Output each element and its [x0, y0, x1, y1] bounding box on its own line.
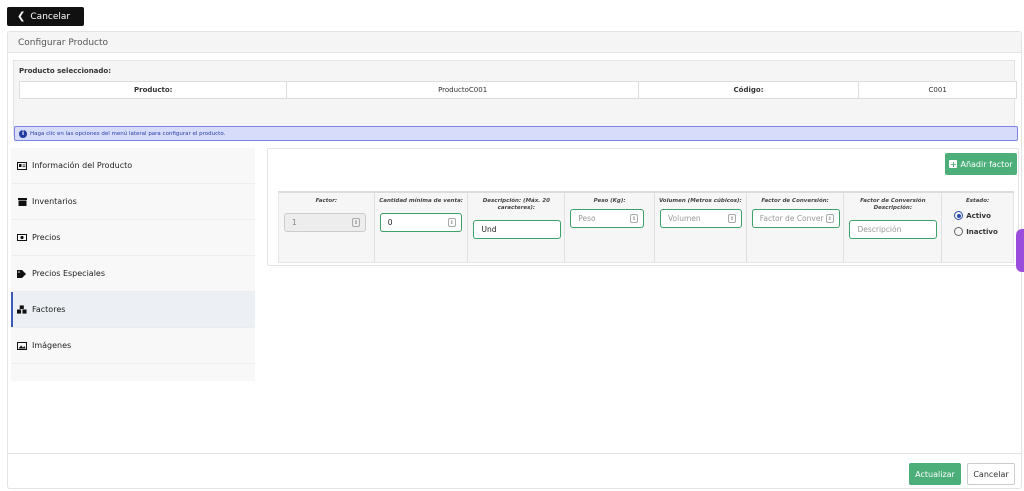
description-column: Descripción: (Máx. 20 caracteres): Und	[468, 193, 566, 262]
footer-divider	[8, 453, 1021, 454]
factor-input: 1 ⇕	[284, 213, 366, 232]
factors-content: + Añadir factor Factor: 1 ⇕ Cantidad mín…	[267, 148, 1019, 266]
selected-product-heading: Producto seleccionado:	[19, 67, 112, 75]
tags-icon	[17, 269, 27, 278]
conv-desc-input[interactable]: Descripción	[849, 220, 938, 239]
volume-header: Volumen (Metros cúbicos):	[658, 198, 742, 204]
conv-desc-header: Factor de Conversión Descripción:	[860, 198, 926, 211]
sidebar-item-label: Información del Producto	[32, 161, 133, 170]
update-button[interactable]: Actualizar	[909, 463, 961, 485]
weight-placeholder: Peso	[578, 214, 596, 223]
sidebar-item-special-prices[interactable]: Precios Especiales	[11, 256, 255, 292]
status-active-label: Activo	[966, 211, 991, 220]
sidebar-item-label: Factores	[32, 305, 66, 314]
sidebar-item-images[interactable]: Imágenes	[11, 328, 255, 364]
cancel-top-label: Cancelar	[30, 11, 71, 22]
spinner-icon[interactable]: ⇕	[727, 214, 736, 223]
spinner-icon[interactable]: ⇕	[825, 214, 834, 223]
conv-desc-placeholder: Descripción	[857, 225, 902, 234]
description-header: Descripción: (Máx. 20 caracteres):	[482, 198, 550, 211]
radio-selected-icon[interactable]	[954, 211, 964, 220]
chevron-left-icon: ❮	[17, 11, 26, 22]
image-icon	[17, 341, 27, 350]
min-qty-input-value: 0	[387, 218, 393, 227]
spinner-icon: ⇕	[352, 218, 360, 227]
selected-product-table: Producto: ProductoC001 Código: C001	[19, 81, 1017, 99]
product-label: Producto:	[20, 82, 288, 98]
status-active-radio[interactable]: Activo	[954, 211, 991, 220]
code-value: C001	[928, 86, 947, 94]
sidebar-item-label: Precios Especiales	[32, 269, 106, 278]
sidebar-item-label: Inventarios	[32, 197, 77, 206]
factor-input-value: 1	[292, 218, 297, 227]
product-value: ProductoC001	[287, 82, 639, 98]
configure-product-panel: Configurar Producto Producto seleccionad…	[7, 31, 1022, 489]
sidebar-item-label: Imágenes	[32, 341, 72, 350]
status-inactive-radio[interactable]: Inactivo	[954, 227, 998, 236]
spinner-icon[interactable]: ⇕	[630, 214, 639, 223]
sidebar-item-factors[interactable]: Factores	[11, 292, 255, 328]
weight-input[interactable]: Peso ⇕	[570, 209, 645, 228]
sidebar-item-inventories[interactable]: Inventarios	[11, 184, 255, 220]
spinner-icon[interactable]: ⇕	[447, 218, 456, 227]
weight-column: Peso (Kg): Peso ⇕	[565, 193, 655, 262]
sidebar-menu: Información del Producto Inventarios Pre…	[11, 148, 255, 381]
conv-factor-header: Factor de Conversión:	[761, 198, 829, 204]
volume-placeholder: Volumen	[667, 214, 701, 223]
cancel-top-button[interactable]: ❮ Cancelar	[7, 7, 84, 26]
volume-input[interactable]: Volumen ⇕	[659, 209, 742, 228]
add-factor-button[interactable]: + Añadir factor	[945, 153, 1017, 175]
conv-factor-input[interactable]: Factor de Conver ⇕	[751, 209, 840, 228]
factor-table: Factor: 1 ⇕ Cantidad mínima de venta: 0 …	[278, 191, 1014, 263]
radio-empty-icon[interactable]	[954, 227, 964, 236]
side-widget-tab[interactable]	[1016, 229, 1024, 272]
panel-title: Configurar Producto	[8, 32, 1021, 53]
code-label: Código:	[639, 82, 860, 98]
factor-column: Factor: 1 ⇕	[279, 193, 375, 262]
conv-factor-column: Factor de Conversión: Factor de Conver ⇕	[747, 193, 845, 262]
sidebar-item-product-info[interactable]: Información del Producto	[11, 148, 255, 184]
min-qty-input[interactable]: 0 ⇕	[379, 213, 462, 232]
info-icon: i	[19, 129, 27, 138]
sidebar-item-prices[interactable]: Precios	[11, 220, 255, 256]
status-header: Estado:	[965, 198, 990, 204]
add-factor-label: Añadir factor	[960, 159, 1013, 169]
description-input-value: Und	[481, 225, 497, 234]
factor-header: Factor:	[315, 198, 338, 204]
cubes-icon	[17, 305, 27, 314]
status-column: Estado: Activo Inactivo	[942, 193, 1013, 262]
archive-box-icon	[17, 197, 27, 206]
min-qty-column: Cantidad mínima de venta: 0 ⇕	[375, 193, 469, 262]
id-card-icon	[17, 161, 27, 170]
info-alert: i Haga clic en las opciones del menú lat…	[14, 126, 1018, 141]
status-inactive-label: Inactivo	[966, 227, 998, 236]
money-bill-icon	[17, 234, 27, 242]
min-qty-header: Cantidad mínima de venta:	[379, 198, 464, 204]
info-text: Haga clic en las opciones del menú later…	[30, 130, 226, 137]
description-input[interactable]: Und	[473, 220, 562, 239]
conv-desc-column: Factor de Conversión Descripción: Descri…	[844, 193, 943, 262]
cancel-button[interactable]: Cancelar	[967, 463, 1015, 485]
weight-header: Peso (Kg):	[593, 198, 626, 204]
plus-icon: +	[949, 159, 958, 169]
volume-column: Volumen (Metros cúbicos): Volumen ⇕	[655, 193, 747, 262]
selected-product-box: Producto seleccionado: Producto: Product…	[13, 60, 1017, 136]
sidebar-item-label: Precios	[32, 233, 61, 242]
conv-factor-placeholder: Factor de Conver	[759, 214, 824, 223]
